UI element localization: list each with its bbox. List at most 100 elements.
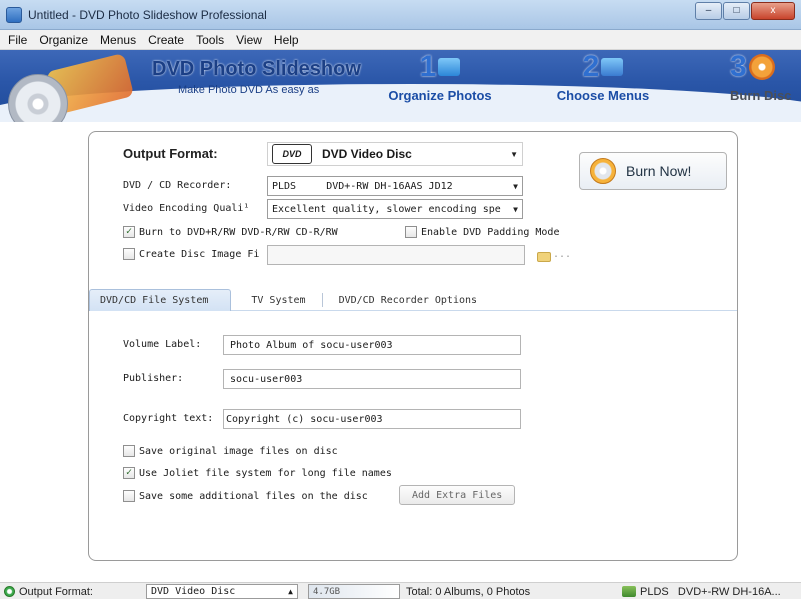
status-format-icon (4, 586, 15, 597)
additional-files-checkbox[interactable] (123, 490, 135, 502)
app-icon (6, 7, 22, 23)
minimize-button[interactable]: – (695, 2, 722, 20)
copyright-input[interactable]: Copyright (c) socu-user003 (223, 409, 521, 429)
step-choose-menus[interactable]: 2 Choose Menus (548, 50, 658, 104)
encoding-label: Video Encoding Quali¹ (123, 203, 250, 214)
additional-files-row: Save some additional files on the disc (123, 490, 368, 502)
burn-to-label: Burn to DVD+R/RW DVD-R/RW CD-R/RW (139, 226, 338, 238)
padding-checkbox[interactable] (405, 226, 417, 238)
main-area: Output Format: DVD DVD Video Disc ▼ DVD … (0, 122, 801, 582)
step-number: 1 (419, 50, 437, 83)
photos-icon (438, 58, 461, 76)
padding-label: Enable DVD Padding Mode (421, 226, 560, 238)
tab-tv-system[interactable]: TV System (231, 289, 321, 311)
volume-label: Volume Label: (123, 339, 202, 350)
step-number: 2 (582, 50, 600, 83)
tab-file-system[interactable]: DVD/CD File System (89, 289, 232, 311)
folder-icon[interactable] (537, 252, 551, 262)
encoding-value: Excellent quality, slower encoding spe (272, 203, 501, 215)
menu-template-icon (601, 58, 624, 76)
burn-to-row: ✓ Burn to DVD+R/RW DVD-R/RW CD-R/RW (123, 226, 338, 238)
burn-disc-icon (590, 158, 616, 184)
step-label: Burn Disc (730, 88, 792, 103)
step-burn-disc[interactable]: 3 Burn Disc (730, 50, 801, 104)
window-title: Untitled - DVD Photo Slideshow Professio… (28, 8, 267, 22)
output-format-label: Output Format: (123, 146, 218, 161)
step-organize-photos[interactable]: 1 Organize Photos (380, 50, 500, 104)
burn-settings-panel: Output Format: DVD DVD Video Disc ▼ DVD … (88, 131, 738, 561)
menu-view[interactable]: View (230, 33, 268, 47)
drive-icon (622, 586, 636, 597)
chevron-down-icon: ▼ (513, 204, 518, 214)
burn-now-button[interactable]: Burn Now! (579, 152, 727, 190)
output-format-row: Output Format: (123, 146, 218, 161)
copyright-label: Copyright text: (123, 413, 214, 424)
disc-image-checkbox[interactable] (123, 248, 135, 260)
window-controls: – □ x (695, 2, 795, 20)
menu-tools[interactable]: Tools (190, 33, 230, 47)
step-label: Choose Menus (556, 88, 650, 103)
capacity-meter: 4.7GB (308, 584, 400, 599)
recorder-row: DVD / CD Recorder: (123, 180, 231, 191)
maximize-button[interactable]: □ (723, 2, 750, 20)
padding-row: Enable DVD Padding Mode (405, 226, 559, 238)
tab-label: TV System (251, 294, 306, 306)
volume-label-row: Volume Label: (123, 339, 201, 350)
menu-file[interactable]: File (2, 33, 33, 47)
copyright-row: Copyright text: (123, 413, 213, 424)
step-number: 3 (730, 50, 747, 83)
joliet-checkbox[interactable]: ✓ (123, 467, 135, 479)
save-original-row: Save original image files on disc (123, 445, 338, 457)
output-format-select[interactable]: DVD DVD Video Disc ▼ (267, 142, 523, 166)
volume-label-input[interactable]: Photo Album of socu-user003 (223, 335, 521, 355)
status-format-select[interactable]: DVD Video Disc ▲ (146, 584, 298, 599)
tab-label: DVD/CD Recorder Options (338, 294, 478, 306)
recorder-label: DVD / CD Recorder: (123, 180, 232, 191)
status-drive: PLDS DVD+-RW DH-16A... (622, 584, 781, 599)
disc-image-path-input[interactable] (267, 245, 525, 265)
burn-now-label: Burn Now! (626, 163, 692, 179)
close-button[interactable]: x (751, 2, 795, 20)
joliet-label: Use Joliet file system for long file nam… (139, 467, 392, 479)
brand-tagline: Make Photo DVD As easy as (178, 84, 320, 96)
header-banner: DVD Photo Slideshow Make Photo DVD As ea… (0, 50, 801, 122)
publisher-input[interactable]: socu-user003 (223, 369, 521, 389)
brand-title: DVD Photo Slideshow (152, 58, 361, 80)
burn-to-checkbox[interactable]: ✓ (123, 226, 135, 238)
recorder-brand: PLDS (272, 180, 297, 192)
menu-menus[interactable]: Menus (94, 33, 142, 47)
save-original-checkbox[interactable] (123, 445, 135, 457)
chevron-down-icon: ▲ (288, 587, 293, 596)
status-format-value: DVD Video Disc (151, 586, 236, 597)
chevron-down-icon: ▼ (513, 181, 518, 191)
disc-image-label: Create Disc Image Fi (139, 248, 260, 260)
browse-ellipsis: ... (553, 249, 572, 260)
status-format-label: Output Format: (19, 585, 93, 598)
status-drive-brand: PLDS (640, 585, 669, 598)
dvd-logo-icon: DVD (272, 144, 312, 164)
settings-tabs: DVD/CD File System TV System DVD/CD Reco… (89, 289, 737, 311)
output-format-value: DVD Video Disc (322, 147, 412, 161)
menu-help[interactable]: Help (268, 33, 305, 47)
status-output-format: Output Format: (4, 584, 93, 599)
chevron-down-icon: ▼ (510, 149, 518, 159)
add-extra-files-button[interactable]: Add Extra Files (399, 485, 516, 505)
encoding-select[interactable]: Excellent quality, slower encoding spe ▼ (267, 199, 523, 219)
publisher-label: Publisher: (123, 373, 184, 384)
encoding-row: Video Encoding Quali¹ (123, 203, 249, 214)
menu-bar: File Organize Menus Create Tools View He… (0, 30, 801, 50)
save-original-label: Save original image files on disc (139, 445, 338, 457)
menu-create[interactable]: Create (142, 33, 190, 47)
menu-organize[interactable]: Organize (33, 33, 94, 47)
disc-image-row: Create Disc Image Fi (123, 248, 259, 260)
recorder-select[interactable]: PLDS DVD+-RW DH-16AAS JD12 ▼ (267, 176, 523, 196)
recorder-value: DVD+-RW DH-16AAS JD12 (326, 180, 453, 192)
status-bar: Output Format: DVD Video Disc ▲ 4.7GB To… (0, 582, 801, 599)
joliet-row: ✓ Use Joliet file system for long file n… (123, 467, 392, 479)
title-bar: Untitled - DVD Photo Slideshow Professio… (0, 0, 801, 30)
publisher-row: Publisher: (123, 373, 183, 384)
status-drive-model: DVD+-RW DH-16A... (677, 585, 781, 598)
tab-recorder-options[interactable]: DVD/CD Recorder Options (323, 289, 493, 311)
tab-label: DVD/CD File System (100, 295, 209, 306)
step-label: Organize Photos (388, 88, 492, 103)
